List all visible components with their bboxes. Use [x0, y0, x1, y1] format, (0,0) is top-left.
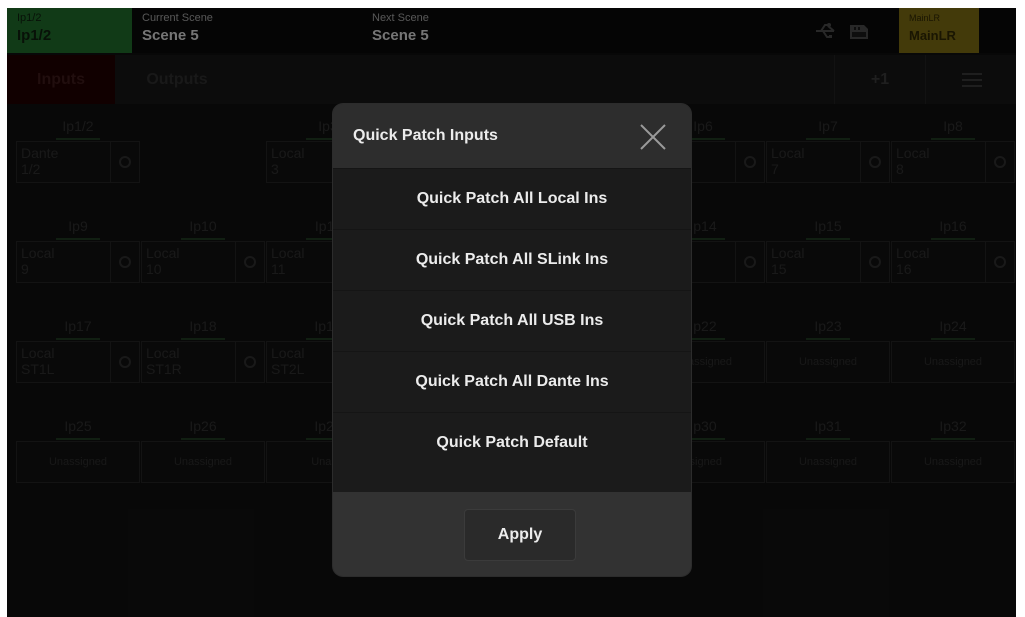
close-icon[interactable]	[637, 121, 669, 153]
quick-patch-dante-button[interactable]: Quick Patch All Dante Ins	[333, 351, 691, 412]
quick-patch-local-button[interactable]: Quick Patch All Local Ins	[333, 168, 691, 229]
quick-patch-slink-button[interactable]: Quick Patch All SLink Ins	[333, 229, 691, 290]
mixer-screen: Ip1/2 Ip1/2 Current Scene Scene 5 Next S…	[7, 8, 1016, 617]
quick-patch-default-label: Quick Patch Default	[436, 434, 588, 451]
quick-patch-usb-button[interactable]: Quick Patch All USB Ins	[333, 290, 691, 351]
dialog-header: Quick Patch Inputs	[333, 104, 691, 168]
dialog-title: Quick Patch Inputs	[353, 127, 498, 144]
quick-patch-default-button[interactable]: Quick Patch Default	[333, 412, 691, 493]
dialog-footer: Apply	[333, 492, 691, 576]
quick-patch-dialog: Quick Patch Inputs Quick Patch All Local…	[333, 104, 691, 576]
apply-button[interactable]: Apply	[464, 509, 576, 561]
